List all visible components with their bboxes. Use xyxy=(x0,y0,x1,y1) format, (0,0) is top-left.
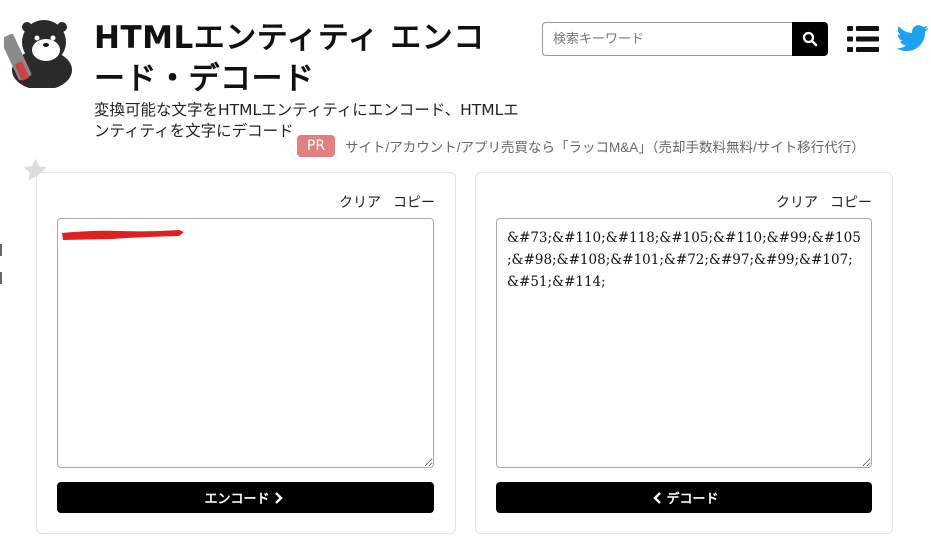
encode-clear-button[interactable]: クリア xyxy=(339,192,381,212)
decode-panel: クリア コピー &#73;&#110;&#118;&#105;&#110;&#9… xyxy=(475,172,893,534)
edge-marker xyxy=(0,244,2,256)
encode-button-label: エンコード xyxy=(204,492,270,507)
pr-ad-link[interactable]: PR サイト/アカウント/アプリ売買なら「ラッコM&A」（売却手数料無料/サイト… xyxy=(297,135,865,157)
pr-badge: PR xyxy=(297,135,335,157)
decode-input-textarea[interactable]: &#73;&#110;&#118;&#105;&#110;&#99;&#105;… xyxy=(496,218,872,468)
search-button[interactable] xyxy=(792,22,828,56)
search-icon xyxy=(802,31,818,47)
decode-clear-button[interactable]: クリア xyxy=(776,192,818,212)
edge-marker xyxy=(0,272,2,284)
encode-button[interactable]: エンコード xyxy=(57,482,434,513)
decode-button[interactable]: デコード xyxy=(496,482,872,513)
encode-copy-button[interactable]: コピー xyxy=(393,192,435,212)
chevron-right-icon xyxy=(274,491,283,504)
search-input[interactable] xyxy=(542,22,792,56)
search-bar xyxy=(542,22,828,56)
encode-panel-actions: クリア コピー xyxy=(339,192,435,212)
decode-panel-actions: クリア コピー xyxy=(776,192,872,212)
pr-text: サイト/アカウント/アプリ売買なら「ラッコM&A」（売却手数料無料/サイト移行代… xyxy=(345,140,865,155)
encode-panel: クリア コピー エンコード xyxy=(36,172,456,534)
otter-mascot-logo[interactable] xyxy=(0,12,76,90)
chevron-left-icon xyxy=(653,491,662,504)
decode-button-label: デコード xyxy=(666,492,719,507)
decode-copy-button[interactable]: コピー xyxy=(830,192,872,212)
twitter-icon[interactable] xyxy=(895,22,931,54)
page-title: HTMLエンティティ エンコード・デコード xyxy=(94,20,485,97)
list-menu-icon[interactable] xyxy=(846,24,880,54)
encode-input-textarea[interactable] xyxy=(57,218,434,468)
